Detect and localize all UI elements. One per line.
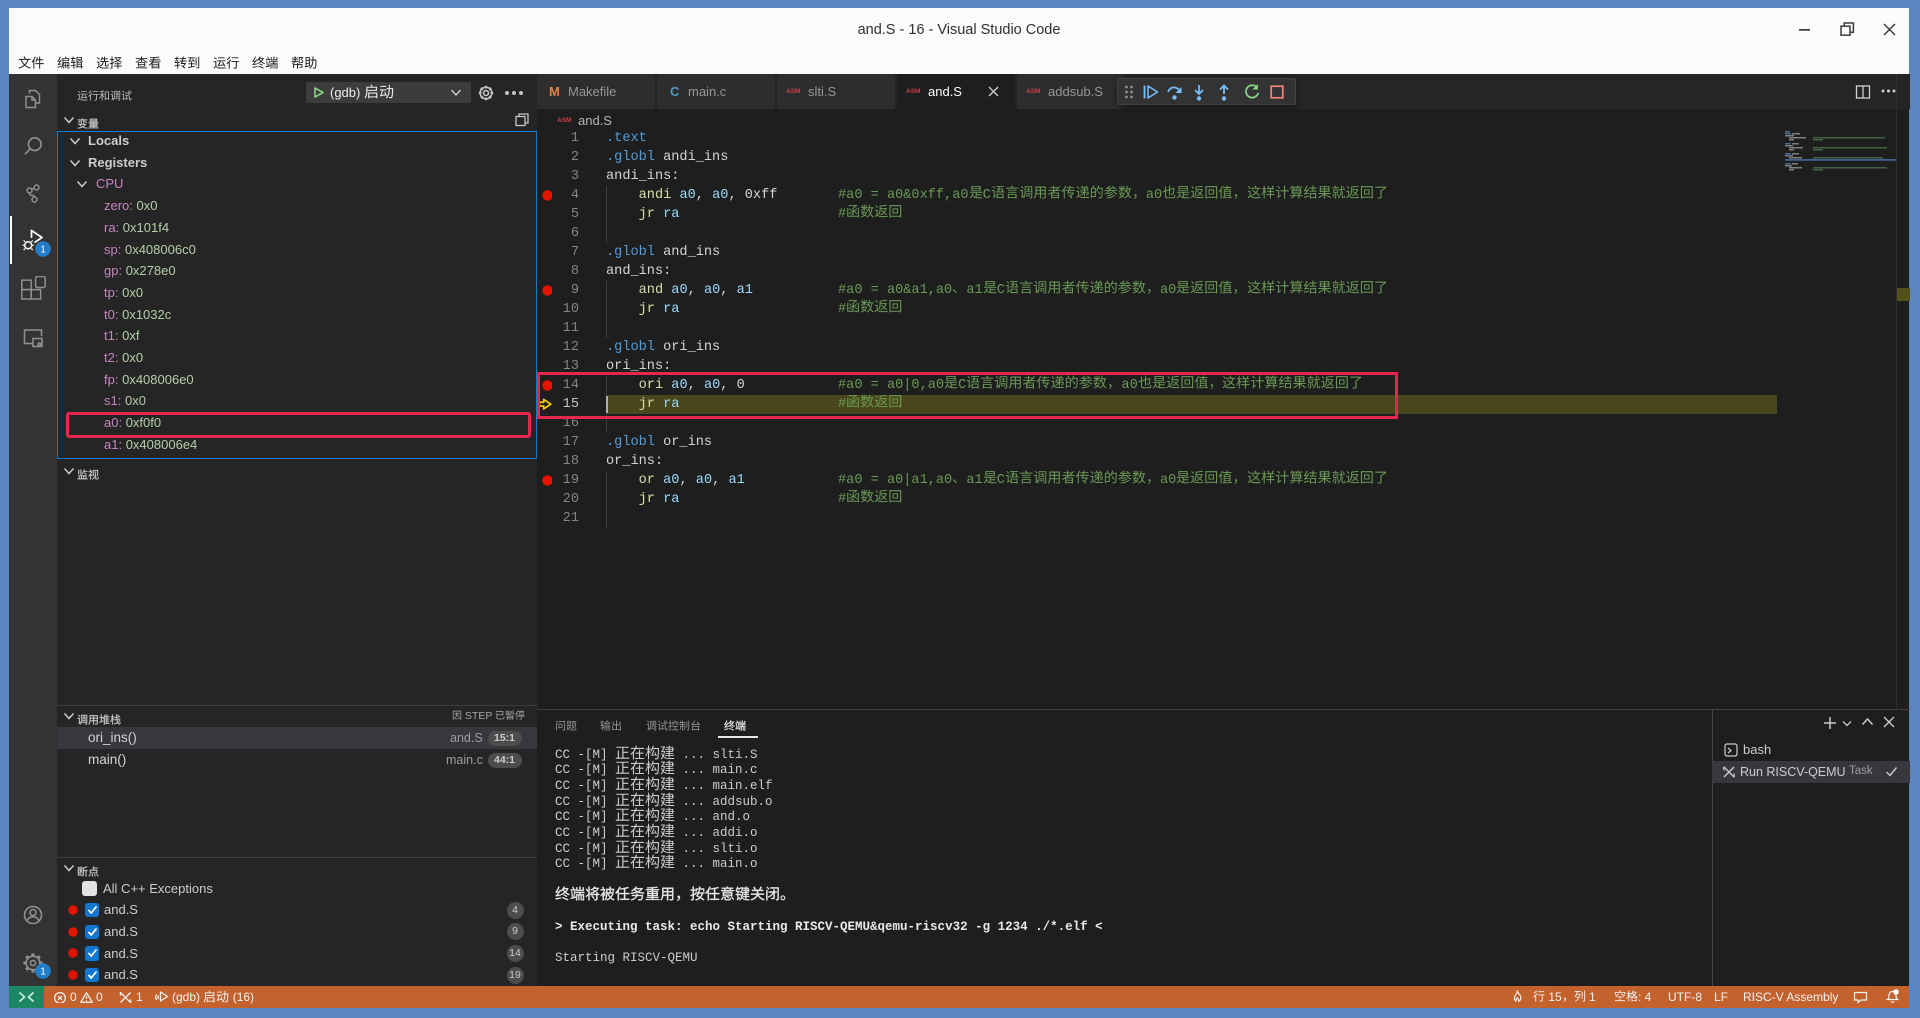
svg-text:1: 1 xyxy=(40,245,46,256)
svg-text:1: 1 xyxy=(40,967,46,978)
